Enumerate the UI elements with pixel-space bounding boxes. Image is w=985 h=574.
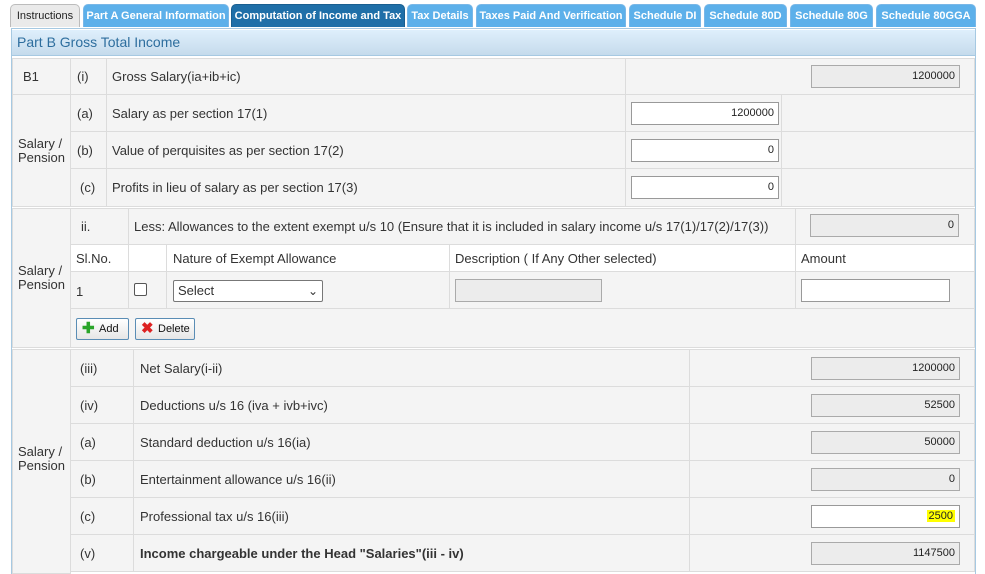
entertainment-allowance-field: 0 xyxy=(811,468,960,491)
row-b-empty-cell xyxy=(781,131,975,169)
salary-group-2-label: Salary / Pension xyxy=(18,263,65,292)
tab-bar: Instructions Part A General Information … xyxy=(0,0,985,28)
row-c-empty-cell xyxy=(781,168,975,207)
gross-salary-field: 1200000 xyxy=(811,65,960,88)
row-a-num: (a) xyxy=(77,106,93,121)
b1-label: Gross Salary(ia+ib+ic) xyxy=(112,69,241,84)
tab-schedule-80gga[interactable]: Schedule 80GGA xyxy=(876,4,976,27)
standard-deduction-field: 50000 xyxy=(811,431,960,454)
tab-taxes-paid-and-verification[interactable]: Taxes Paid And Verification xyxy=(476,4,626,27)
professional-tax-input[interactable]: 2500 xyxy=(811,505,960,528)
profits-17-3-input[interactable]: 0 xyxy=(631,176,779,199)
nature-of-allowance-select[interactable]: Select ⌄ xyxy=(173,280,323,302)
allowance-num-cell xyxy=(70,208,129,245)
delete-button-label: Delete xyxy=(158,323,190,335)
row-iv-label: Deductions u/s 16 (iva + ivb+ivc) xyxy=(140,398,328,413)
row-16a-label: Standard deduction u/s 16(ia) xyxy=(140,435,311,450)
row-16b-num: (b) xyxy=(80,472,96,487)
professional-tax-value: 2500 xyxy=(926,510,955,522)
amount-header: Amount xyxy=(801,251,846,266)
deductions-16-field: 52500 xyxy=(811,394,960,417)
allowance-row-slno: 1 xyxy=(76,284,84,299)
tab-schedule-80d[interactable]: Schedule 80D xyxy=(704,4,787,27)
exempt-allowance-total-field: 0 xyxy=(810,214,959,237)
close-icon: ✖ xyxy=(141,320,154,337)
description-header: Description ( If Any Other selected) xyxy=(455,251,657,266)
tab-instructions[interactable]: Instructions xyxy=(10,4,80,27)
plus-icon: ✚ xyxy=(82,320,95,337)
salary-group-1-label: Salary / Pension xyxy=(18,136,65,165)
salary-17-1-input[interactable]: 1200000 xyxy=(631,102,779,125)
section-title: Part B Gross Total Income xyxy=(12,30,975,56)
net-salary-field: 1200000 xyxy=(811,357,960,380)
row-iii-label: Net Salary(i-ii) xyxy=(140,361,223,376)
row-iv-num: (iv) xyxy=(80,398,99,413)
row-a-empty-cell xyxy=(781,94,975,132)
b1-code: B1 xyxy=(23,69,39,84)
row-16c-num: (c) xyxy=(80,509,96,524)
row-c-label: Profits in lieu of salary as per section… xyxy=(112,180,358,195)
row-a-label: Salary as per section 17(1) xyxy=(112,106,268,121)
b1-num: (i) xyxy=(77,69,89,84)
perquisites-17-2-input[interactable]: 0 xyxy=(631,139,779,162)
allowance-label: Less: Allowances to the extent exempt u/… xyxy=(134,219,769,234)
salary-group-3-label: Salary / Pension xyxy=(18,444,65,473)
row-iii-num: (iii) xyxy=(80,361,98,376)
add-button-label: Add xyxy=(99,323,119,335)
slno-header: Sl.No. xyxy=(76,251,112,266)
nature-select-value: Select xyxy=(178,283,215,298)
tab-part-a-general-information[interactable]: Part A General Information xyxy=(83,4,229,27)
row-16c-label: Professional tax u/s 16(iii) xyxy=(140,509,289,524)
chevron-down-icon: ⌄ xyxy=(307,284,318,298)
check-header-cell xyxy=(128,244,167,272)
tab-computation-of-income-and-tax[interactable]: Computation of Income and Tax xyxy=(231,4,405,27)
row-16a-num: (a) xyxy=(80,435,96,450)
row-16b-label: Entertainment allowance u/s 16(ii) xyxy=(140,472,336,487)
row-c-num: (c) xyxy=(80,180,96,195)
tab-schedule-80g[interactable]: Schedule 80G xyxy=(790,4,873,27)
row-v-num: (v) xyxy=(80,546,96,561)
row-v-label: Income chargeable under the Head "Salari… xyxy=(140,546,464,561)
description-input[interactable] xyxy=(455,279,602,302)
delete-button[interactable]: ✖ Delete xyxy=(135,318,195,340)
add-button[interactable]: ✚ Add xyxy=(76,318,129,340)
income-chargeable-salaries-field: 1147500 xyxy=(811,542,960,565)
row-b-label: Value of perquisites as per section 17(2… xyxy=(112,143,344,158)
tab-schedule-di[interactable]: Schedule DI xyxy=(629,4,701,27)
allowance-num: ii. xyxy=(81,219,91,234)
allowance-amount-input[interactable] xyxy=(801,279,950,302)
row-b-num: (b) xyxy=(77,143,93,158)
nature-header: Nature of Exempt Allowance xyxy=(173,251,337,266)
tab-tax-details[interactable]: Tax Details xyxy=(407,4,473,27)
allowance-row-checkbox[interactable] xyxy=(134,283,147,296)
b1-code-cell xyxy=(12,58,71,95)
add-delete-row-cell xyxy=(70,308,975,348)
